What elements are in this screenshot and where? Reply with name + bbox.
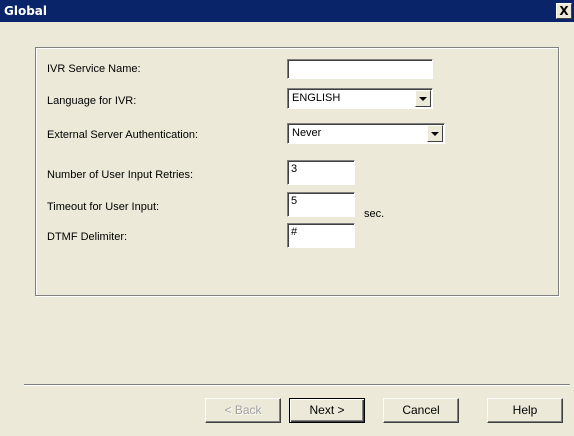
cancel-button[interactable]: Cancel [383,398,459,423]
close-icon[interactable]: X [556,3,572,19]
language-label: Language for IVR: [47,95,137,107]
ext-auth-value: Never [292,127,322,139]
retries-label: Number of User Input Retries: [47,169,194,181]
ext-auth-select[interactable]: Never [287,123,445,144]
timeout-input[interactable]: 5 [287,192,355,217]
service-name-input[interactable] [287,59,433,79]
help-button[interactable]: Help [487,398,563,423]
dtmf-label: DTMF Delimiter: [47,231,128,243]
title-bar: Global X [0,0,574,22]
retries-input[interactable]: 3 [287,160,355,185]
dtmf-input[interactable]: # [287,223,355,248]
chevron-down-icon[interactable] [427,125,443,142]
chevron-down-icon[interactable] [415,90,431,107]
next-button[interactable]: Next > [289,398,365,423]
timeout-unit: sec. [364,208,385,220]
ext-auth-label: External Server Authentication: [47,129,199,141]
footer-separator [24,384,570,386]
language-value: ENGLISH [292,92,341,104]
back-button[interactable]: < Back [205,398,281,423]
timeout-label: Timeout for User Input: [47,201,160,213]
service-name-label: IVR Service Name: [47,63,141,75]
window-title: Global [4,4,48,18]
language-select[interactable]: ENGLISH [287,88,433,109]
